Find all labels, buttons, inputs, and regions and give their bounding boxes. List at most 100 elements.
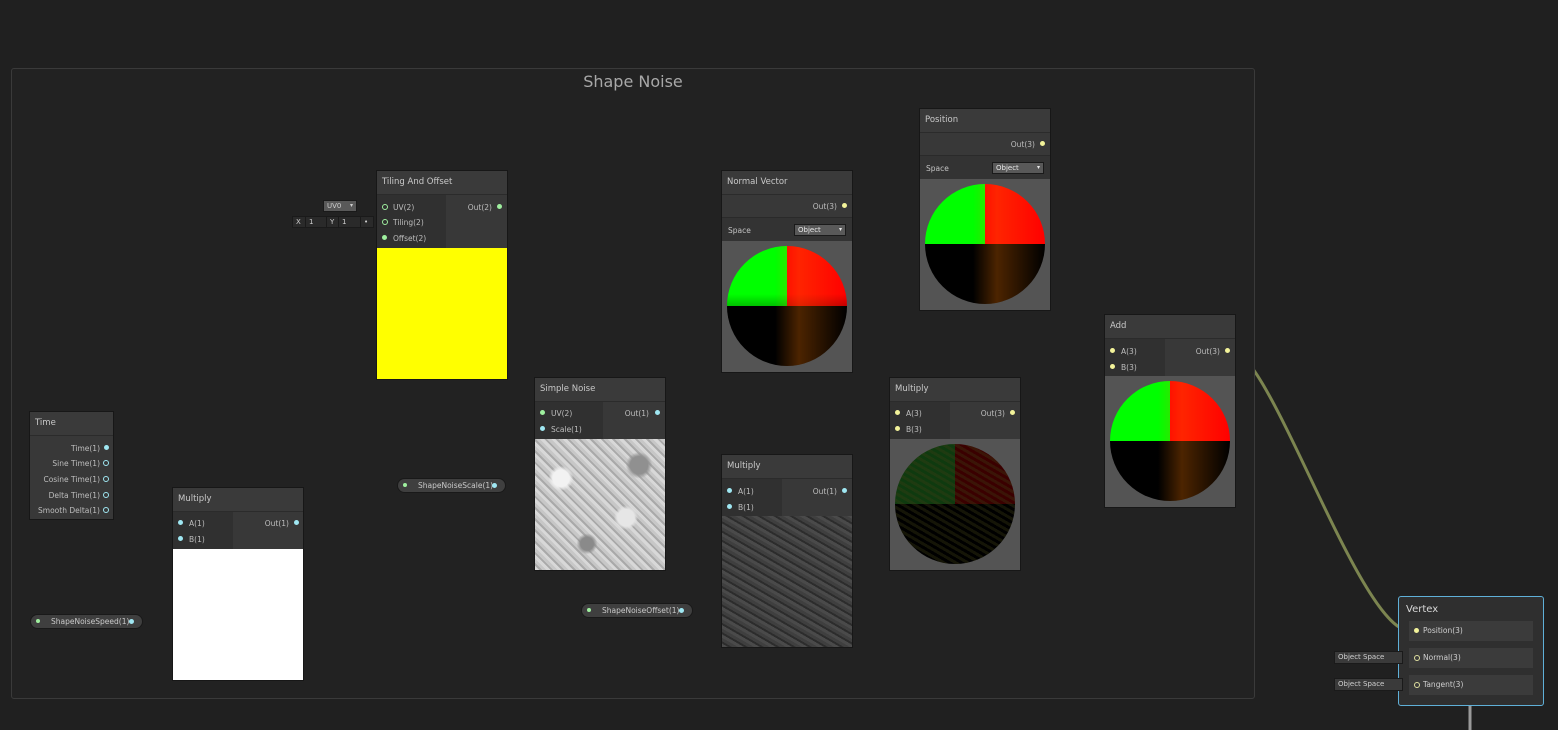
port-a: A(1): [189, 519, 205, 528]
port-tiling: Tiling(2): [393, 218, 424, 227]
node-title[interactable]: Position: [920, 109, 1050, 133]
port-sine-time-dot[interactable]: [103, 460, 109, 466]
tiling-dot-icon: •: [360, 216, 374, 228]
add-node[interactable]: Add A(3) B(3) Out(3): [1105, 315, 1235, 507]
port-b: B(1): [738, 503, 754, 512]
port-sine-time: Sine Time(1): [52, 459, 100, 468]
port-out-dot[interactable]: [1010, 410, 1015, 415]
port-out: Out(1): [264, 519, 289, 528]
port-tangent-dot[interactable]: [1414, 682, 1420, 688]
chevron-down-icon: ▾: [1036, 164, 1040, 171]
port-out: Out(2): [467, 203, 492, 212]
port-b-dot[interactable]: [1110, 364, 1115, 369]
time-node[interactable]: Time Time(1) Sine Time(1) Cosine Time(1)…: [30, 412, 113, 519]
port-offset-dot[interactable]: [382, 235, 387, 240]
port-uv-dot[interactable]: [540, 410, 545, 415]
port-time: Time(1): [71, 444, 100, 453]
port-out-dot[interactable]: [1040, 141, 1045, 146]
normal-vector-node[interactable]: Normal Vector Out(3) Space Object ▾: [722, 171, 852, 372]
slot-label: Normal(3): [1423, 653, 1461, 662]
port-b-dot[interactable]: [727, 504, 732, 509]
port-uv: UV(2): [551, 409, 573, 418]
multiply-node-3[interactable]: Multiply A(3) B(3) Out(3): [890, 378, 1020, 570]
port-out: Out(1): [624, 409, 649, 418]
uv-channel-value: UV0: [327, 202, 342, 210]
space-label: Space: [926, 164, 949, 173]
tiling-and-offset-node[interactable]: Tiling And Offset UV(2) Tiling(2) Offset…: [377, 171, 507, 379]
port-out-dot[interactable]: [492, 483, 497, 488]
port-position-dot[interactable]: [1414, 628, 1419, 633]
preview-position: [920, 179, 1050, 310]
port-out-dot[interactable]: [679, 608, 684, 613]
port-b: B(3): [1121, 363, 1137, 372]
node-title[interactable]: Multiply: [890, 378, 1020, 402]
port-out-dot[interactable]: [129, 619, 134, 624]
port-delta-time-dot[interactable]: [103, 492, 109, 498]
port-out-dot[interactable]: [655, 410, 660, 415]
space-label: Space: [728, 226, 751, 235]
space-select[interactable]: Object ▾: [992, 162, 1044, 174]
node-title[interactable]: Multiply: [722, 455, 852, 479]
port-scale-dot[interactable]: [540, 426, 545, 431]
position-node[interactable]: Position Out(3) Space Object ▾: [920, 109, 1050, 310]
shape-noise-scale-property[interactable]: ShapeNoiseScale(1): [398, 479, 505, 492]
port-out-dot[interactable]: [842, 488, 847, 493]
node-title[interactable]: Time: [30, 412, 113, 436]
slot-label: Tangent(3): [1423, 680, 1464, 689]
port-a-dot[interactable]: [178, 520, 183, 525]
tangent-space-field[interactable]: Object Space: [1334, 678, 1403, 691]
preview-white: [173, 549, 303, 680]
multiply-node-1[interactable]: Multiply A(1) B(1) Out(1): [173, 488, 303, 680]
preview-add: [1105, 376, 1235, 507]
port-tiling-dot[interactable]: [382, 219, 388, 225]
port-smooth-delta: Smooth Delta(1): [38, 506, 100, 515]
space-value: Object: [798, 226, 821, 234]
vertex-slot-normal[interactable]: Normal(3): [1409, 648, 1533, 668]
vertex-title[interactable]: Vertex: [1406, 604, 1438, 615]
wire-add-to-vertex-position: [1231, 349, 1411, 633]
port-time-dot[interactable]: [104, 445, 109, 450]
simple-noise-node[interactable]: Simple Noise UV(2) Scale(1) Out(1): [535, 378, 665, 570]
port-a-dot[interactable]: [895, 410, 900, 415]
shape-noise-offset-property[interactable]: ShapeNoiseOffset(1): [582, 604, 692, 617]
preview-yellow: [377, 248, 507, 379]
port-out-dot[interactable]: [497, 204, 502, 209]
node-title[interactable]: Normal Vector: [722, 171, 852, 195]
space-select[interactable]: Object ▾: [794, 224, 846, 236]
port-b-dot[interactable]: [178, 536, 183, 541]
node-title[interactable]: Simple Noise: [535, 378, 665, 402]
preview-normal: [722, 241, 852, 372]
node-title[interactable]: Multiply: [173, 488, 303, 512]
port-a: A(1): [738, 487, 754, 496]
tiling-y-field[interactable]: 1: [338, 216, 362, 228]
port-out: Out(3): [1195, 347, 1220, 356]
port-normal-dot[interactable]: [1414, 655, 1420, 661]
port-out-dot[interactable]: [1225, 348, 1230, 353]
port-uv-dot[interactable]: [382, 204, 388, 210]
property-label: ShapeNoiseSpeed(1): [51, 617, 130, 626]
port-out-dot[interactable]: [842, 203, 847, 208]
port-b-dot[interactable]: [895, 426, 900, 431]
port-b: B(3): [906, 425, 922, 434]
node-title[interactable]: Tiling And Offset: [377, 171, 507, 195]
property-handle-icon: [403, 483, 407, 487]
uv-channel-select[interactable]: UV0 ▾: [323, 200, 357, 212]
shape-noise-speed-property[interactable]: ShapeNoiseSpeed(1): [31, 615, 142, 628]
chevron-down-icon: ▾: [838, 226, 842, 233]
port-a-dot[interactable]: [727, 488, 732, 493]
port-cosine-time-dot[interactable]: [103, 476, 109, 482]
port-out-dot[interactable]: [294, 520, 299, 525]
multiply-node-2[interactable]: Multiply A(1) B(1) Out(1): [722, 455, 852, 647]
vertex-slot-tangent[interactable]: Tangent(3): [1409, 675, 1533, 695]
group-title[interactable]: Shape Noise: [12, 72, 1254, 91]
port-a-dot[interactable]: [1110, 348, 1115, 353]
port-a: A(3): [1121, 347, 1137, 356]
port-smooth-delta-dot[interactable]: [103, 507, 109, 513]
vertex-block[interactable]: Vertex Position(3) Normal(3) Tangent(3): [1398, 596, 1544, 706]
property-handle-icon: [587, 608, 591, 612]
port-b: B(1): [189, 535, 205, 544]
vertex-slot-position[interactable]: Position(3): [1409, 621, 1533, 641]
port-scale: Scale(1): [551, 425, 582, 434]
normal-space-field[interactable]: Object Space: [1334, 651, 1403, 664]
node-title[interactable]: Add: [1105, 315, 1235, 339]
